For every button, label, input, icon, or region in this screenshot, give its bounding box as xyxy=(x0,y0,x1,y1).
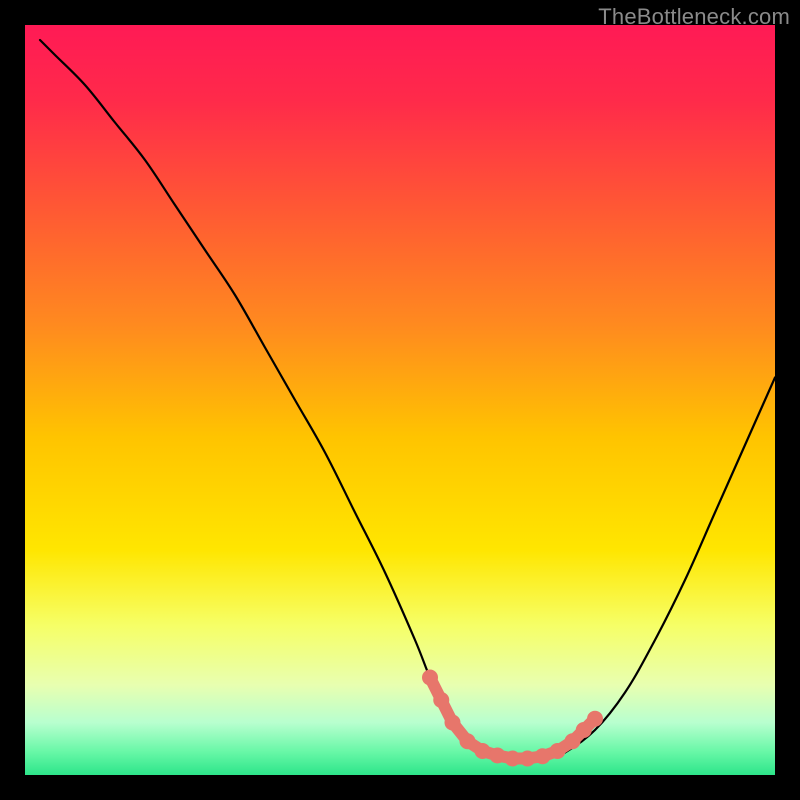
watermark-text: TheBottleneck.com xyxy=(598,4,790,30)
gradient-background xyxy=(25,25,775,775)
optimal-range-point xyxy=(550,743,566,759)
chart-frame: TheBottleneck.com xyxy=(0,0,800,800)
optimal-range-point xyxy=(587,711,603,727)
optimal-range-point xyxy=(535,748,551,764)
optimal-range-point xyxy=(505,751,521,767)
chart-plot-area xyxy=(25,25,775,775)
chart-svg xyxy=(25,25,775,775)
optimal-range-point xyxy=(490,748,506,764)
optimal-range-point xyxy=(433,692,449,708)
optimal-range-point xyxy=(520,751,536,767)
optimal-range-point xyxy=(460,733,476,749)
optimal-range-point xyxy=(475,743,491,759)
optimal-range-point xyxy=(422,670,438,686)
optimal-range-point xyxy=(445,715,461,731)
